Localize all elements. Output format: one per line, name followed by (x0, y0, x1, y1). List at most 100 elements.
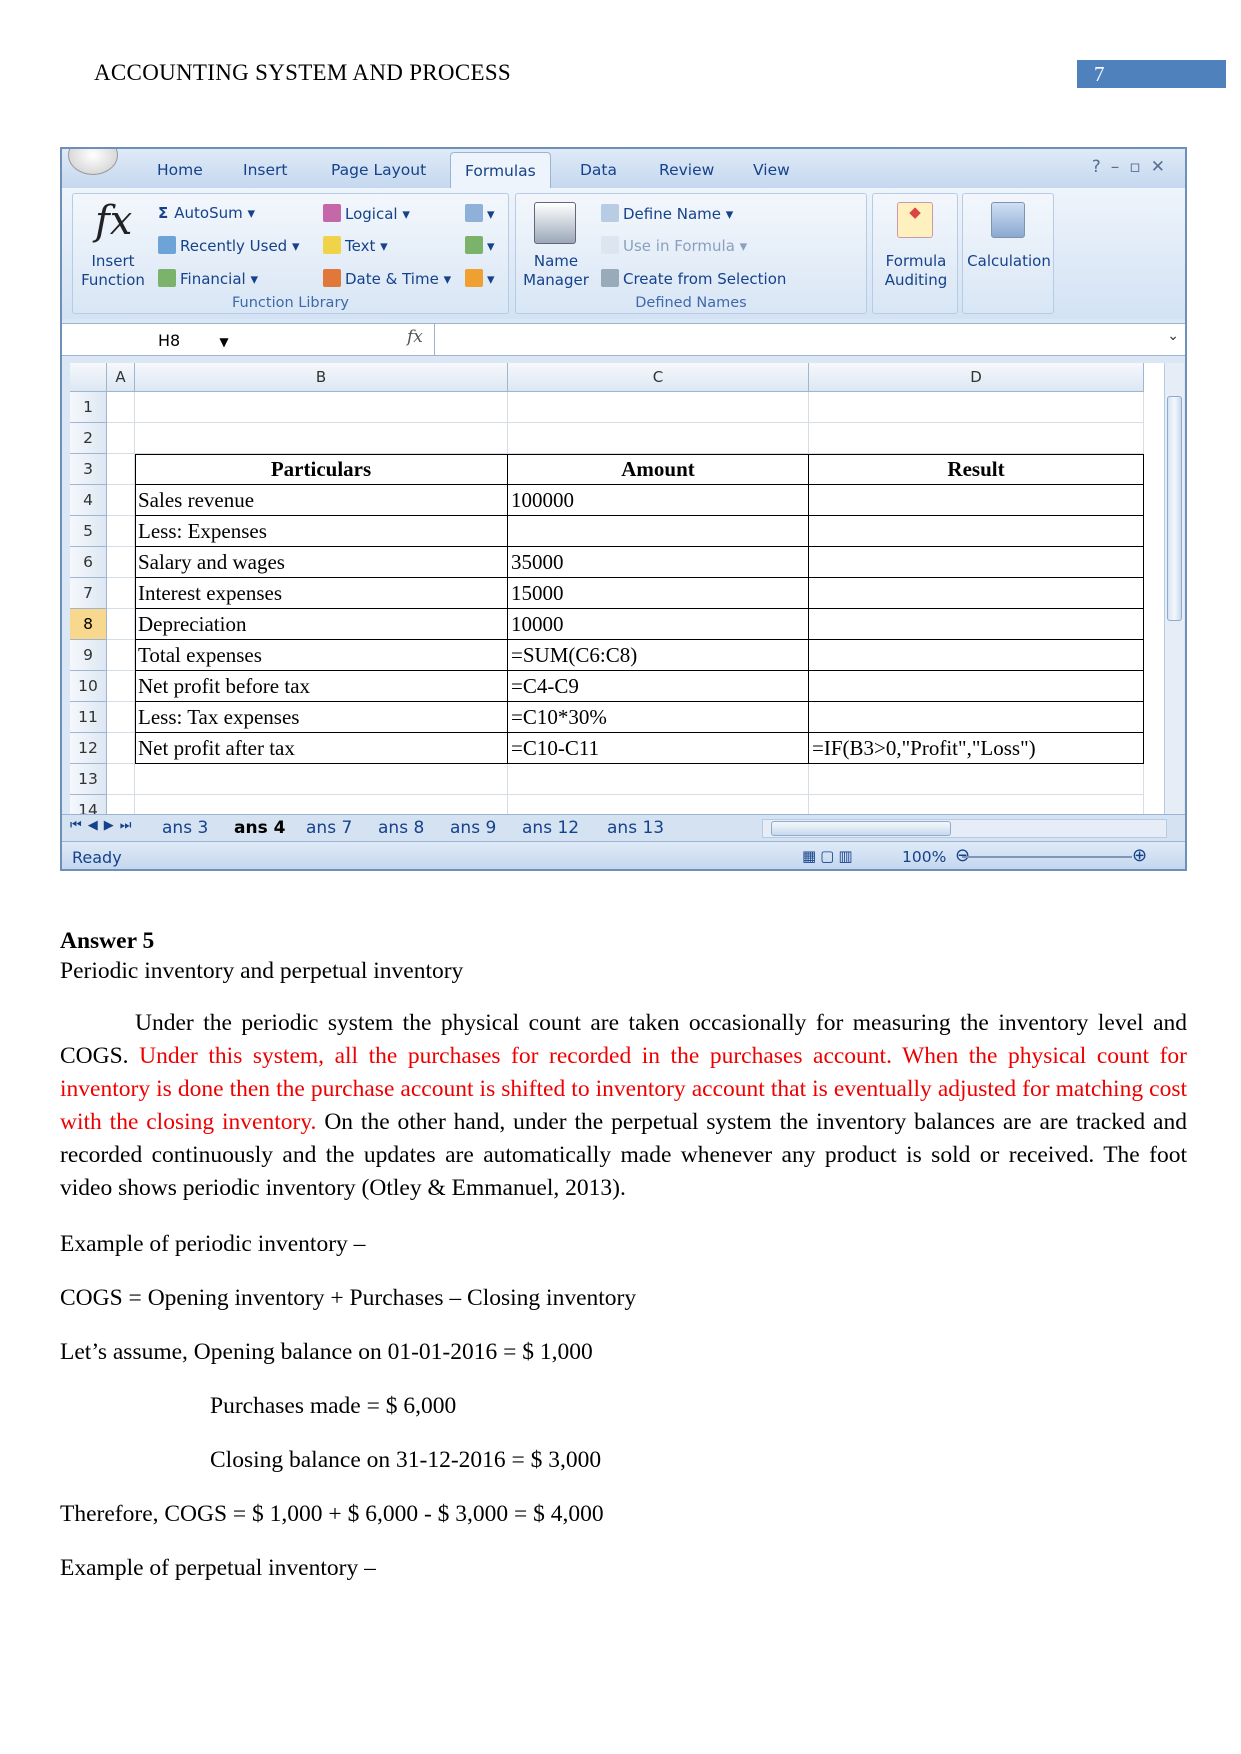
sheet-nav-arrows[interactable]: ⏮◀▶⏭ (70, 818, 137, 833)
row-header-14[interactable]: 14 (70, 795, 107, 814)
office-button[interactable] (68, 149, 118, 175)
select-all-corner[interactable] (70, 363, 107, 392)
cell[interactable] (809, 423, 1144, 454)
zoom-slider[interactable] (962, 856, 1132, 858)
cell[interactable] (135, 392, 508, 423)
row-header-5[interactable]: 5 (70, 516, 107, 547)
cell[interactable] (809, 578, 1144, 609)
cell[interactable] (107, 609, 135, 640)
cell[interactable]: =C10-C11 (508, 733, 809, 764)
zoom-level[interactable]: 100% (902, 848, 946, 866)
cell[interactable] (809, 671, 1144, 702)
insert-function-icon[interactable]: fx (95, 198, 132, 244)
cell[interactable] (508, 764, 809, 795)
cell[interactable]: Less: Tax expenses (135, 702, 508, 733)
name-box[interactable]: H8 ▼ (70, 326, 270, 354)
tab-review[interactable]: Review (659, 161, 714, 179)
cell[interactable] (107, 640, 135, 671)
cell[interactable] (809, 640, 1144, 671)
row-header-4[interactable]: 4 (70, 485, 107, 516)
cell[interactable] (107, 795, 135, 814)
cell[interactable] (107, 423, 135, 454)
date-time-button[interactable]: Date & Time ▾ (323, 269, 451, 288)
logical-button[interactable]: Logical ▾ (323, 204, 410, 223)
row-header-1[interactable]: 1 (70, 392, 107, 423)
row-header-6[interactable]: 6 (70, 547, 107, 578)
cell[interactable]: 10000 (508, 609, 809, 640)
cell[interactable] (135, 423, 508, 454)
cell[interactable]: =C4-C9 (508, 671, 809, 702)
chevron-down-icon[interactable]: ▼ (219, 335, 228, 349)
tab-formulas[interactable]: Formulas (450, 152, 551, 188)
row-header-11[interactable]: 11 (70, 702, 107, 733)
cell[interactable] (508, 392, 809, 423)
close-icon[interactable]: ✕ (1151, 157, 1175, 177)
use-in-formula-button[interactable]: Use in Formula ▾ (601, 236, 747, 255)
define-name-button[interactable]: Define Name ▾ (601, 204, 733, 223)
cell[interactable] (508, 423, 809, 454)
scroll-thumb[interactable] (771, 821, 951, 836)
restore-icon[interactable]: ▫ (1129, 157, 1151, 177)
cell[interactable] (107, 733, 135, 764)
cell[interactable] (107, 454, 135, 485)
cell[interactable]: Sales revenue (135, 485, 508, 516)
more-functions-button[interactable]: ▾ (465, 269, 495, 288)
cell[interactable]: Total expenses (135, 640, 508, 671)
column-header-C[interactable]: C (508, 363, 809, 392)
sheet-tab[interactable]: ans 8 (378, 818, 424, 838)
vertical-scrollbar[interactable] (1164, 363, 1184, 814)
cell[interactable]: Net profit after tax (135, 733, 508, 764)
window-controls[interactable]: ?–▫✕ (1092, 157, 1175, 177)
cell[interactable]: =IF(B3>0,"Profit","Loss") (809, 733, 1144, 764)
row-header-13[interactable]: 13 (70, 764, 107, 795)
sheet-tab[interactable]: ans 13 (607, 818, 664, 838)
minimize-icon[interactable]: – (1111, 157, 1130, 177)
row-header-3[interactable]: 3 (70, 454, 107, 485)
cell[interactable] (508, 516, 809, 547)
cell[interactable]: =C10*30% (508, 702, 809, 733)
autosum-button[interactable]: Σ AutoSum ▾ (158, 204, 255, 222)
cell[interactable] (107, 671, 135, 702)
column-header-A[interactable]: A (107, 363, 135, 392)
cell[interactable] (809, 516, 1144, 547)
column-header-D[interactable]: D (809, 363, 1144, 392)
formula-auditing-button[interactable]: ◆ Formula Auditing (872, 193, 958, 314)
cell[interactable]: =SUM(C6:C8) (508, 640, 809, 671)
cell[interactable] (135, 795, 508, 814)
cell[interactable] (107, 547, 135, 578)
financial-button[interactable]: Financial ▾ (158, 269, 258, 288)
insert-function-button[interactable]: Insert Function (77, 252, 149, 290)
row-header-8[interactable]: 8 (70, 609, 107, 640)
cell[interactable] (107, 392, 135, 423)
cell[interactable]: 100000 (508, 485, 809, 516)
column-header-B[interactable]: B (135, 363, 508, 392)
scroll-thumb[interactable] (1167, 396, 1182, 621)
tab-home[interactable]: Home (157, 161, 203, 179)
name-manager-button[interactable]: Name Manager (520, 252, 592, 290)
cell[interactable]: Amount (508, 454, 809, 485)
math-trig-button[interactable]: ▾ (465, 236, 495, 255)
cell[interactable] (809, 547, 1144, 578)
help-icon[interactable]: ? (1092, 157, 1111, 177)
tab-view[interactable]: View (753, 161, 790, 179)
cell[interactable]: Net profit before tax (135, 671, 508, 702)
row-header-12[interactable]: 12 (70, 733, 107, 764)
cell[interactable] (809, 795, 1144, 814)
lookup-button[interactable]: ▾ (465, 204, 495, 223)
text-button[interactable]: Text ▾ (323, 236, 388, 255)
cell[interactable]: Result (809, 454, 1144, 485)
view-buttons[interactable]: ▦▢▥ (802, 847, 857, 865)
sheet-tab[interactable]: ans 3 (162, 818, 208, 838)
cell[interactable] (107, 485, 135, 516)
cell[interactable] (809, 485, 1144, 516)
cell[interactable] (107, 764, 135, 795)
cell[interactable]: 15000 (508, 578, 809, 609)
cell[interactable] (107, 702, 135, 733)
name-manager-icon[interactable] (534, 202, 576, 244)
expand-formula-bar-icon[interactable]: ⌄ (1167, 328, 1179, 344)
cell[interactable]: Particulars (135, 454, 508, 485)
insert-function-fx-icon[interactable]: fx (407, 327, 423, 347)
cell[interactable]: Depreciation (135, 609, 508, 640)
formula-input[interactable] (438, 327, 1138, 353)
cell[interactable] (809, 702, 1144, 733)
